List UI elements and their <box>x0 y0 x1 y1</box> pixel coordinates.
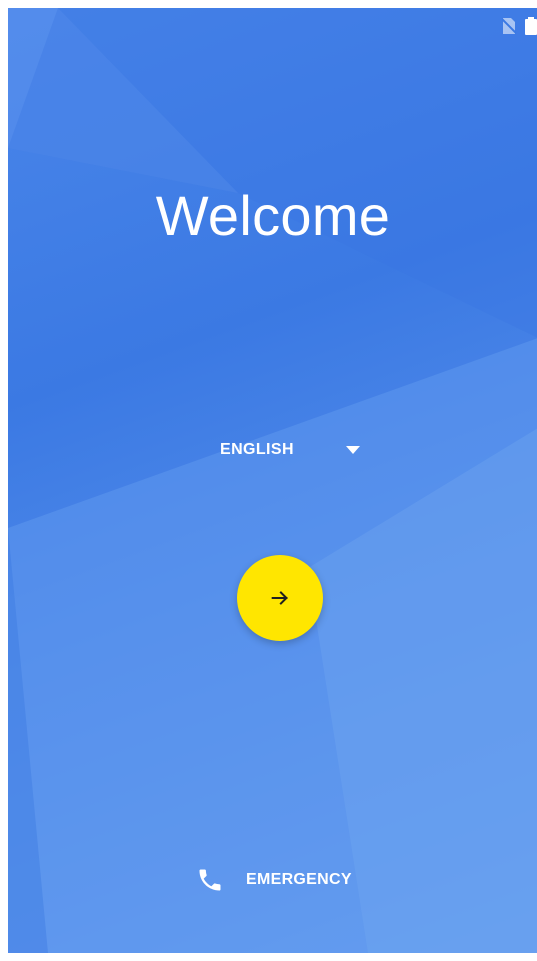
battery-icon <box>525 17 537 35</box>
setup-welcome-screen: Welcome ENGLISH EMERGENCY <box>8 8 537 953</box>
background-facets <box>8 8 537 953</box>
emergency-label: EMERGENCY <box>246 871 352 888</box>
language-selected-value: ENGLISH <box>220 441 294 458</box>
language-selector[interactable]: ENGLISH <box>208 430 388 470</box>
emergency-call-button[interactable]: EMERGENCY <box>188 858 360 902</box>
phone-icon <box>199 869 221 891</box>
status-bar <box>502 14 537 38</box>
start-next-button[interactable] <box>237 555 323 641</box>
arrow-right-icon <box>271 591 288 605</box>
dropdown-triangle-icon <box>345 446 360 454</box>
no-sim-icon <box>502 18 516 34</box>
welcome-title: Welcome <box>155 184 391 247</box>
